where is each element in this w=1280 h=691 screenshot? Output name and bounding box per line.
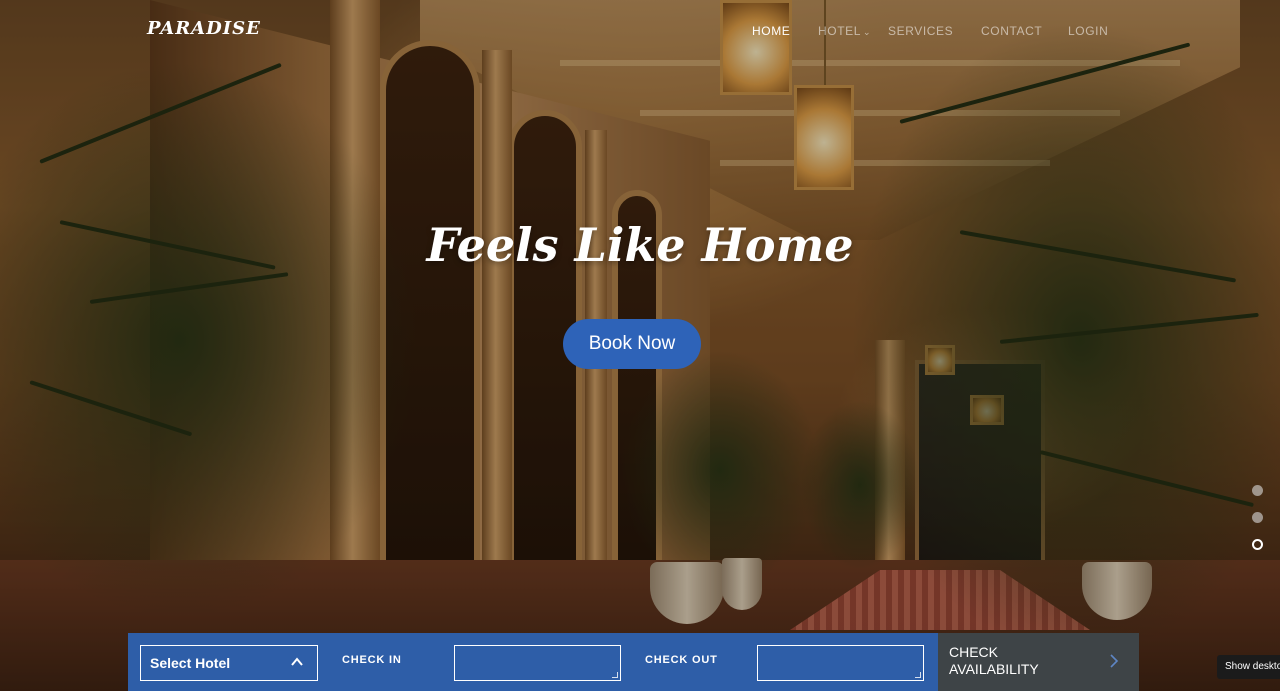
nav-hotel-label: HOTEL	[818, 24, 862, 38]
slider-dot-3[interactable]	[1252, 539, 1263, 550]
hero-title: Feels Like Home	[426, 218, 854, 272]
slider-dot-1[interactable]	[1252, 485, 1263, 496]
select-hotel-label: Select Hotel	[150, 655, 231, 671]
chevron-right-icon	[1110, 654, 1119, 668]
nav-contact[interactable]: CONTACT	[981, 24, 1042, 38]
check-in-label: CHECK IN	[342, 654, 402, 666]
resize-handle-icon	[612, 672, 618, 678]
check-in-input[interactable]	[454, 645, 621, 681]
book-now-button[interactable]: Book Now	[563, 319, 701, 369]
nav-home[interactable]: HOME	[752, 24, 790, 38]
brand-logo[interactable]: PARADISE	[147, 18, 261, 39]
nav-hotel[interactable]: HOTEL ⌄	[818, 24, 871, 38]
nav-services[interactable]: SERVICES	[888, 24, 953, 38]
check-out-label: CHECK OUT	[645, 654, 718, 666]
select-hotel-dropdown[interactable]: Select Hotel	[140, 645, 318, 681]
chevron-down-icon: ⌄	[863, 27, 872, 37]
nav-login[interactable]: LOGIN	[1068, 24, 1108, 38]
check-out-input[interactable]	[757, 645, 924, 681]
check-availability-button[interactable]: CHECK AVAILABILITY	[938, 633, 1139, 691]
booking-bar: Select Hotel CHECK IN CHECK OUT CHECK AV…	[128, 633, 1139, 691]
resize-handle-icon	[915, 672, 921, 678]
chevron-up-icon	[291, 657, 303, 666]
show-desktop-tooltip[interactable]: Show desktop	[1217, 655, 1280, 679]
slider-dot-2[interactable]	[1252, 512, 1263, 523]
